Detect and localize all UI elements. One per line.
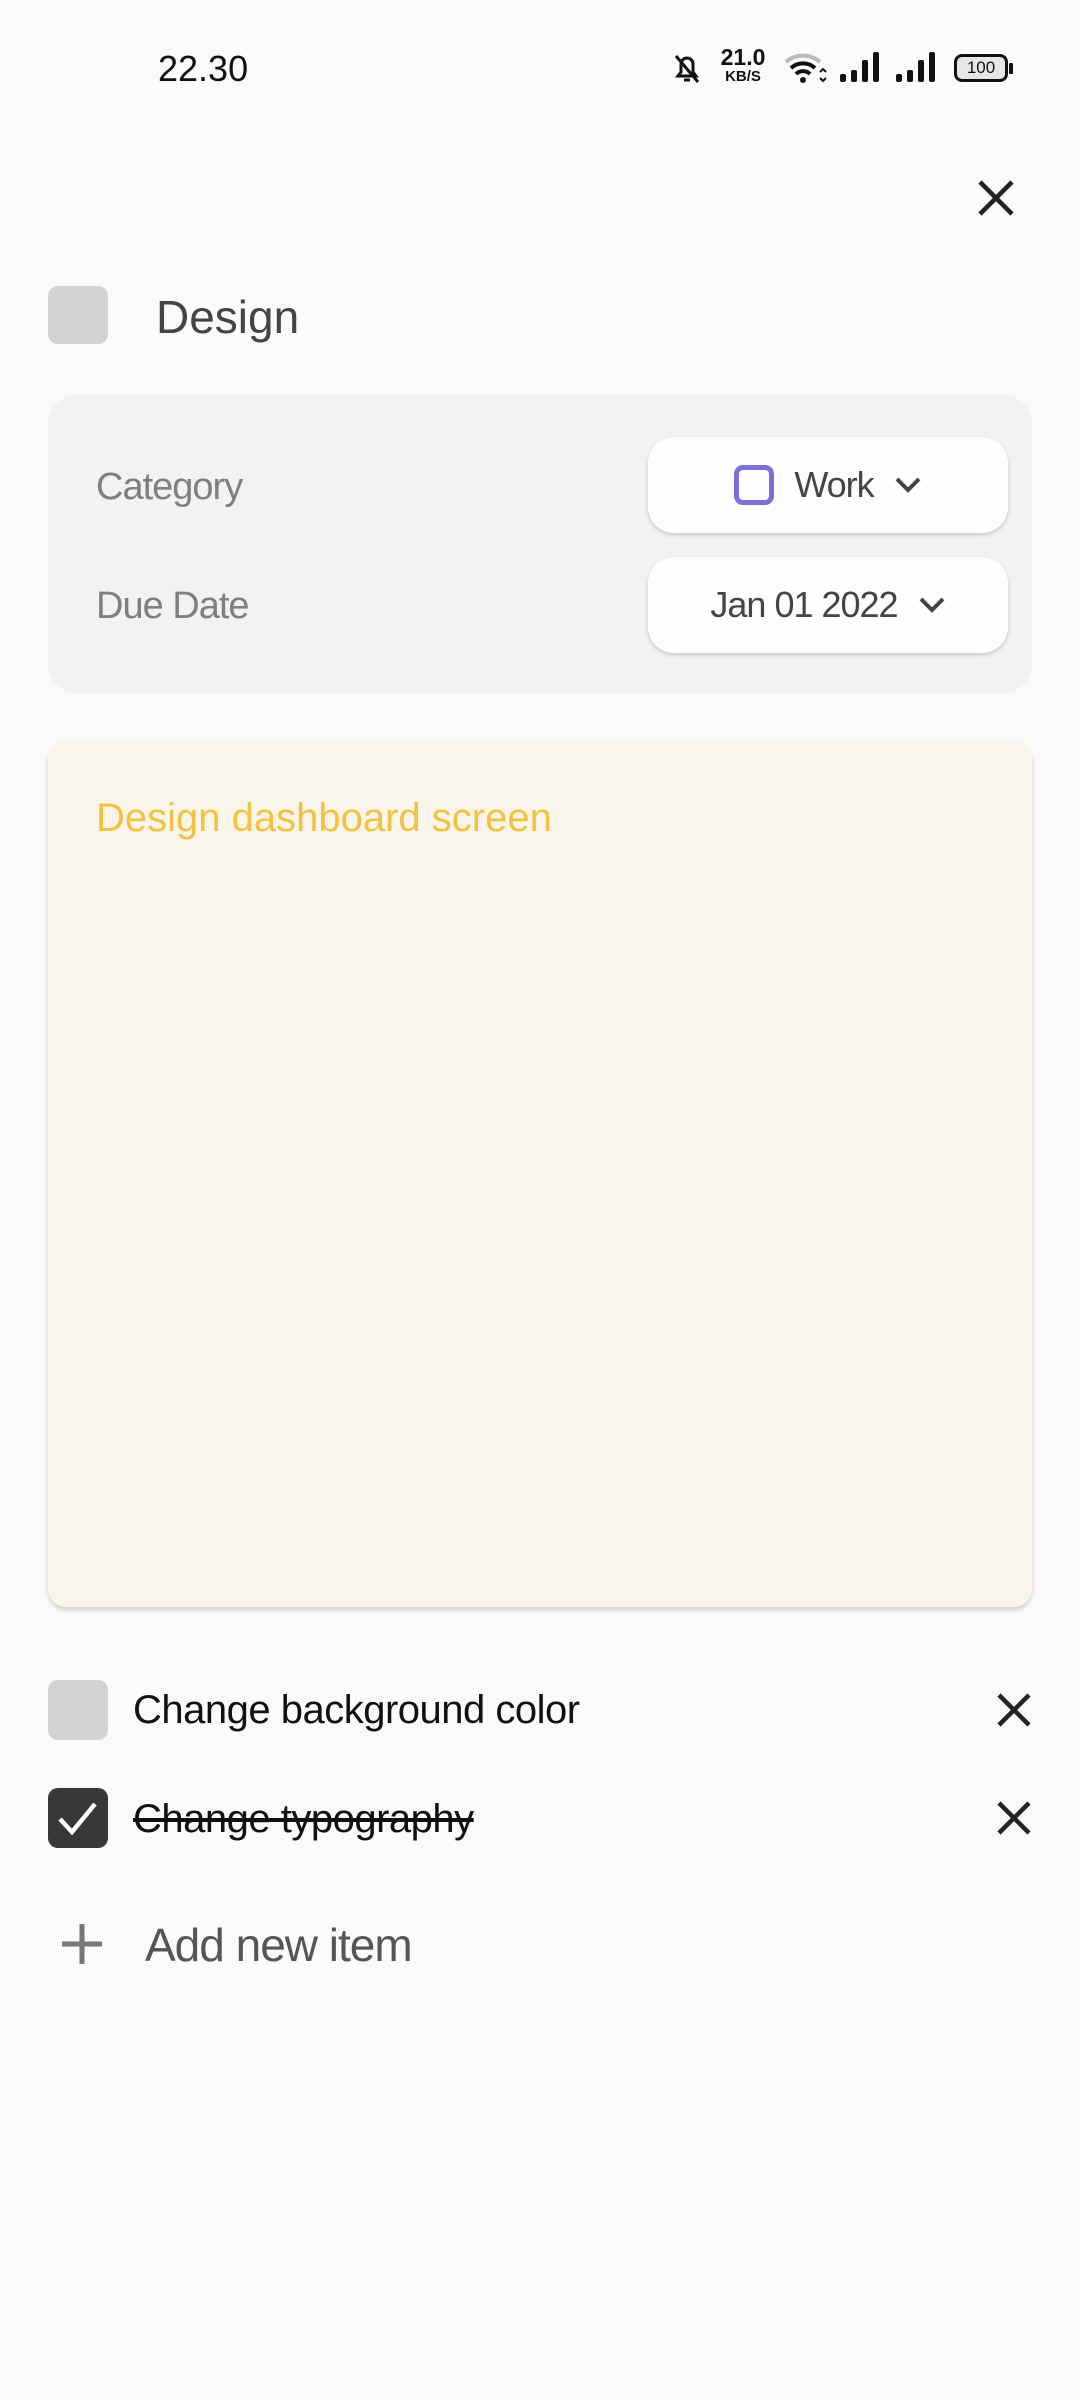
wifi-icon xyxy=(784,53,827,83)
network-speed: 21.0 KB/S xyxy=(718,44,768,85)
task-checkbox[interactable] xyxy=(48,286,108,344)
due-date-dropdown[interactable]: Jan 01 2022 xyxy=(648,557,1008,653)
category-label: Category xyxy=(96,466,243,508)
task-title[interactable]: Design xyxy=(156,290,299,344)
net-speed-unit: KB/S xyxy=(725,68,761,85)
battery-icon: 100 xyxy=(954,54,1013,82)
checklist-item-label[interactable]: Change background color xyxy=(133,1688,580,1733)
due-date-label: Due Date xyxy=(96,585,250,627)
note-textarea[interactable] xyxy=(48,742,1032,1607)
signal-2-icon xyxy=(896,52,935,82)
category-dropdown[interactable]: Work xyxy=(648,437,1008,533)
plus-icon[interactable] xyxy=(60,1922,104,1966)
net-speed-value: 21.0 xyxy=(720,44,766,70)
add-new-item-button[interactable]: Add new item xyxy=(145,1918,413,1972)
chevron-down-icon xyxy=(895,477,921,493)
category-color-swatch xyxy=(734,465,775,505)
remove-item-icon[interactable] xyxy=(996,1692,1032,1728)
checklist-checkbox-checked[interactable] xyxy=(48,1788,108,1848)
status-time: 22.30 xyxy=(158,48,249,89)
close-icon[interactable] xyxy=(976,178,1016,218)
signal-1-icon xyxy=(840,52,879,82)
checkmark-icon xyxy=(58,1802,97,1836)
checklist-checkbox[interactable] xyxy=(48,1680,108,1740)
chevron-down-icon xyxy=(919,597,945,613)
remove-item-icon[interactable] xyxy=(996,1800,1032,1836)
category-value: Work xyxy=(794,464,874,505)
checklist-item-label[interactable]: Change typography xyxy=(133,1797,474,1842)
note-text[interactable]: Design dashboard screen xyxy=(96,796,552,841)
bell-muted-icon xyxy=(674,55,700,83)
due-date-value: Jan 01 2022 xyxy=(710,584,898,625)
